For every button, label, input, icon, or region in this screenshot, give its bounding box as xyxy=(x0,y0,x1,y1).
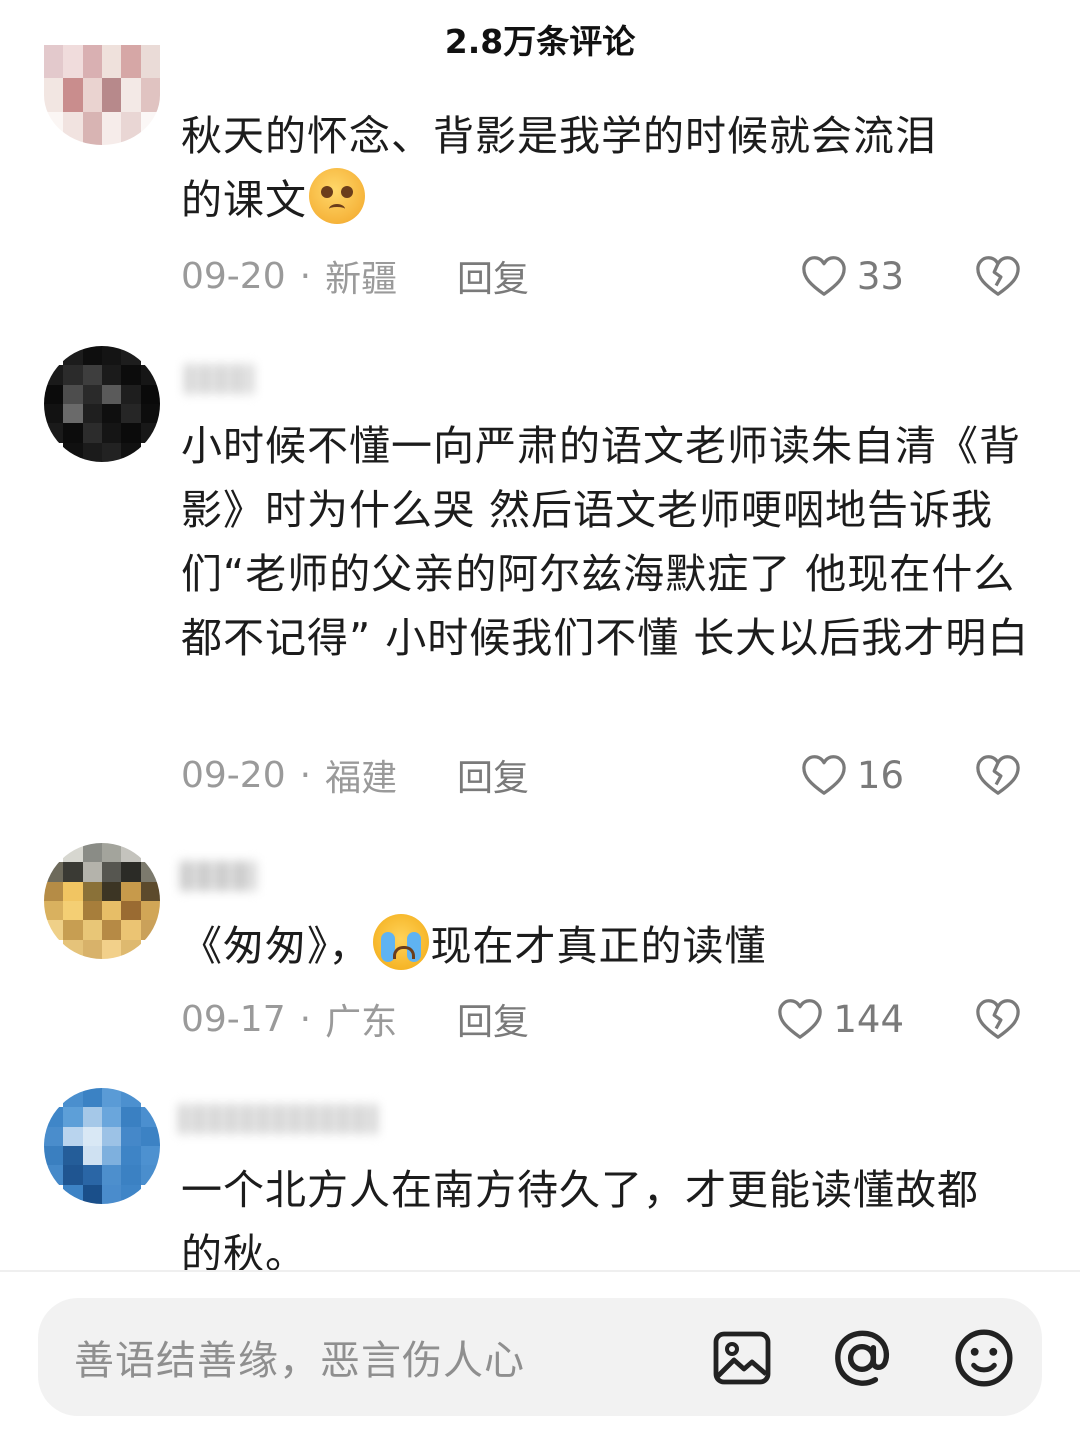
dislike-button[interactable] xyxy=(975,994,1023,1044)
mention-button[interactable] xyxy=(830,1326,894,1390)
meta-separator: · xyxy=(299,754,312,796)
username[interactable] xyxy=(184,364,254,394)
dislike-button[interactable] xyxy=(975,750,1023,800)
like-button[interactable]: 16 xyxy=(801,750,904,800)
comment-input-placeholder: 善语结善缘，恶言伤人心 xyxy=(74,1338,525,1384)
reply-button[interactable]: 回复 xyxy=(457,749,529,801)
smiley-face-icon xyxy=(955,1329,1013,1387)
comment-meta: 09-20 · 新疆 回复 xyxy=(181,251,1041,301)
like-count: 33 xyxy=(856,254,904,298)
dislike-button[interactable] xyxy=(975,251,1023,301)
at-sign-icon xyxy=(835,1330,890,1386)
comment-location: 广东 xyxy=(325,1002,398,1043)
avatar[interactable] xyxy=(44,346,160,462)
comment-input[interactable]: 善语结善缘，恶言伤人心 xyxy=(38,1298,1042,1416)
broken-heart-icon xyxy=(976,256,1020,296)
avatar[interactable] xyxy=(44,1088,160,1204)
reply-button[interactable]: 回复 xyxy=(457,993,529,1045)
comment-input-bar: 善语结善缘，恶言伤人心 xyxy=(0,1272,1080,1440)
comment-meta: 09-20 · 福建 回复 xyxy=(181,750,1041,800)
broken-heart-icon xyxy=(976,999,1020,1039)
heart-outline-icon xyxy=(802,755,846,795)
heart-outline-icon xyxy=(778,999,823,1039)
pleading-face-icon xyxy=(309,168,365,224)
like-button[interactable]: 144 xyxy=(777,994,904,1044)
comment-count-title: 2.8万条评论 xyxy=(444,22,636,61)
comment-text: 一个北方人在南方待久了，才更能读懂故都的秋。 xyxy=(181,1166,979,1270)
comment-location: 福建 xyxy=(325,758,398,799)
comment-text: 小时候不懂一向严肃的语文老师读朱自清《背影》时为什么哭 然后语文老师哽咽地告诉我… xyxy=(181,422,1030,662)
avatar[interactable] xyxy=(44,843,160,959)
comment-meta: 09-17 · 广东 回复 xyxy=(181,994,1041,1044)
heart-outline-icon xyxy=(802,256,846,296)
like-count: 144 xyxy=(833,997,904,1041)
comment-location: 新疆 xyxy=(325,259,398,300)
username[interactable] xyxy=(178,1104,378,1134)
comment-date: 09-20 xyxy=(181,754,286,796)
comment-date: 09-20 xyxy=(181,255,286,297)
image-icon xyxy=(713,1331,771,1385)
comment-date: 09-17 xyxy=(181,998,286,1040)
reply-button[interactable]: 回复 xyxy=(457,250,529,302)
like-button[interactable]: 33 xyxy=(801,251,904,301)
like-count: 16 xyxy=(856,753,904,797)
username[interactable] xyxy=(180,861,256,891)
comment-text: 《匆匆》， 现在才真正的读懂 xyxy=(181,914,1041,978)
meta-separator: · xyxy=(299,255,312,297)
emoji-button[interactable] xyxy=(952,1326,1016,1390)
broken-heart-icon xyxy=(976,755,1020,795)
avatar[interactable] xyxy=(44,45,160,145)
comment-text: 秋天的怀念、背影是我学的时候就会流泪 的课文 xyxy=(181,112,937,224)
image-button[interactable] xyxy=(710,1326,774,1390)
comments-header: 2.8万条评论 xyxy=(0,0,1080,78)
meta-separator: · xyxy=(299,998,312,1040)
loudly-crying-face-icon xyxy=(372,914,429,970)
